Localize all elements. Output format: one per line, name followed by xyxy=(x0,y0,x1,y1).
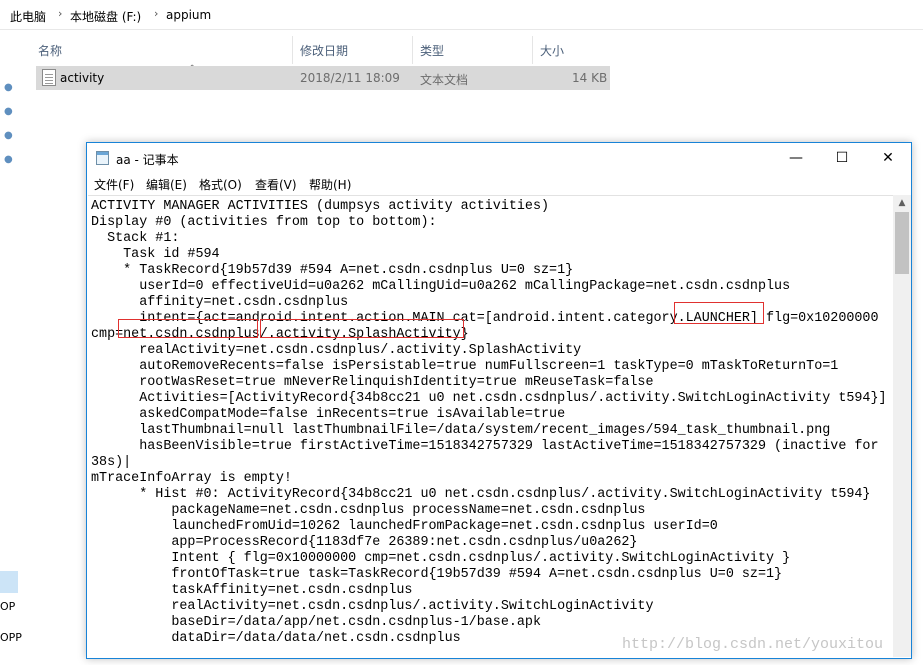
highlight-activity-box xyxy=(260,319,464,338)
nav-pane-label-fragment[interactable]: OP xyxy=(0,600,15,613)
text-line[interactable]: Stack #1: xyxy=(91,231,887,247)
breadcrumb-separator-icon: › xyxy=(58,7,63,20)
text-line[interactable]: askedCompatMode=false inRecents=true isA… xyxy=(91,407,887,423)
breadcrumb-this-pc[interactable]: 此电脑 xyxy=(10,8,46,25)
menu-format[interactable]: 格式(O) xyxy=(199,176,242,193)
text-line[interactable]: realActivity=net.csdn.csdnplus/.activity… xyxy=(91,599,887,615)
text-line[interactable]: Task id #594 xyxy=(91,247,887,263)
pin-icon[interactable]: ● xyxy=(4,130,16,142)
scroll-up-icon[interactable]: ▲ xyxy=(893,195,911,212)
pin-icon[interactable]: ● xyxy=(4,106,16,118)
menu-edit[interactable]: 编辑(E) xyxy=(146,176,187,193)
column-header-type[interactable]: 类型 xyxy=(420,42,444,62)
text-editor[interactable]: ACTIVITY MANAGER ACTIVITIES (dumpsys act… xyxy=(88,195,893,657)
nav-pane-selected-item[interactable] xyxy=(0,571,18,593)
breadcrumb-appium[interactable]: appium xyxy=(166,8,211,22)
nav-pane-label-fragment[interactable]: OPP xyxy=(0,631,22,644)
text-line[interactable]: app=ProcessRecord{1183df7e 26389:net.csd… xyxy=(91,535,887,551)
menu-view[interactable]: 查看(V) xyxy=(255,176,297,193)
highlight-package-box xyxy=(118,319,258,338)
maximize-button[interactable]: ☐ xyxy=(819,143,865,173)
file-size: 14 KB xyxy=(572,71,608,85)
text-line[interactable]: * TaskRecord{19b57d39 #594 A=net.csdn.cs… xyxy=(91,263,887,279)
text-line[interactable]: taskAffinity=net.csdn.csdnplus xyxy=(91,583,887,599)
minimize-button[interactable]: — xyxy=(773,143,819,173)
text-line[interactable]: userId=0 effectiveUid=u0a262 mCallingUid… xyxy=(91,279,887,295)
highlight-launcher-box xyxy=(674,302,764,324)
pin-icon[interactable]: ● xyxy=(4,154,16,166)
text-line[interactable]: Intent { flg=0x10000000 cmp=net.csdn.csd… xyxy=(91,551,887,567)
window-title: aa - 记事本 xyxy=(116,153,179,167)
text-line[interactable]: Display #0 (activities from top to botto… xyxy=(91,215,887,231)
pin-icon[interactable]: ● xyxy=(4,82,16,94)
editor-text[interactable]: ACTIVITY MANAGER ACTIVITIES (dumpsys act… xyxy=(91,199,887,647)
column-divider[interactable] xyxy=(292,36,293,64)
column-divider[interactable] xyxy=(412,36,413,64)
file-name: activity xyxy=(60,71,105,85)
text-line[interactable]: realActivity=net.csdn.csdnplus/.activity… xyxy=(91,343,887,359)
file-row-activity[interactable]: activity 2018/2/11 18:09 文本文档 14 KB xyxy=(36,66,610,90)
menu-bar: 文件(F) 编辑(E) 格式(O) 查看(V) 帮助(H) xyxy=(87,173,911,195)
text-line[interactable]: hasBeenVisible=true firstActiveTime=1518… xyxy=(91,439,887,455)
text-file-icon xyxy=(42,69,56,86)
vertical-scrollbar[interactable]: ▲ xyxy=(893,195,911,657)
text-line[interactable]: ACTIVITY MANAGER ACTIVITIES (dumpsys act… xyxy=(91,199,887,215)
text-line[interactable]: * Hist #0: ActivityRecord{34b8cc21 u0 ne… xyxy=(91,487,887,503)
breadcrumb: 此电脑 › 本地磁盘 (F:) › appium xyxy=(0,0,923,30)
file-type: 文本文档 xyxy=(420,73,469,87)
text-line[interactable]: frontOfTask=true task=TaskRecord{19b57d3… xyxy=(91,567,887,583)
column-header-size[interactable]: 大小 xyxy=(540,42,564,62)
text-line[interactable]: 38s)| xyxy=(91,455,887,471)
text-line[interactable]: autoRemoveRecents=false isPersistable=tr… xyxy=(91,359,887,375)
text-line[interactable]: affinity=net.csdn.csdnplus xyxy=(91,295,887,311)
text-line[interactable]: mTraceInfoArray is empty! xyxy=(91,471,887,487)
text-line[interactable]: packageName=net.csdn.csdnplus processNam… xyxy=(91,503,887,519)
breadcrumb-local-disk-f[interactable]: 本地磁盘 (F:) xyxy=(70,8,141,25)
menu-file[interactable]: 文件(F) xyxy=(94,176,134,193)
text-line[interactable]: baseDir=/data/app/net.csdn.csdnplus-1/ba… xyxy=(91,615,887,631)
column-divider[interactable] xyxy=(532,36,533,64)
column-header-name[interactable]: 名称 xyxy=(38,42,62,62)
file-modified: 2018/2/11 18:09 xyxy=(300,71,400,85)
notepad-icon xyxy=(96,151,109,165)
text-line[interactable]: lastThumbnail=null lastThumbnailFile=/da… xyxy=(91,423,887,439)
text-line[interactable]: Activities=[ActivityRecord{34b8cc21 u0 n… xyxy=(91,391,886,407)
column-header-modified[interactable]: 修改日期 xyxy=(300,42,348,62)
file-list-header: 名称 ^ 修改日期 类型 大小 xyxy=(30,36,610,75)
text-line[interactable]: rootWasReset=true mNeverRelinquishIdenti… xyxy=(91,375,887,391)
text-line[interactable]: launchedFromUid=10262 launchedFromPackag… xyxy=(91,519,887,535)
notepad-window: aa - 记事本 — ☐ ✕ 文件(F) 编辑(E) 格式(O) 查看(V) 帮… xyxy=(86,142,912,659)
menu-help[interactable]: 帮助(H) xyxy=(309,176,351,193)
watermark: http://blog.csdn.net/youxitou xyxy=(622,636,884,653)
scrollbar-thumb[interactable] xyxy=(895,212,909,274)
title-bar[interactable]: aa - 记事本 — ☐ ✕ xyxy=(87,143,911,173)
close-button[interactable]: ✕ xyxy=(865,143,911,173)
breadcrumb-separator-icon: › xyxy=(154,7,159,20)
